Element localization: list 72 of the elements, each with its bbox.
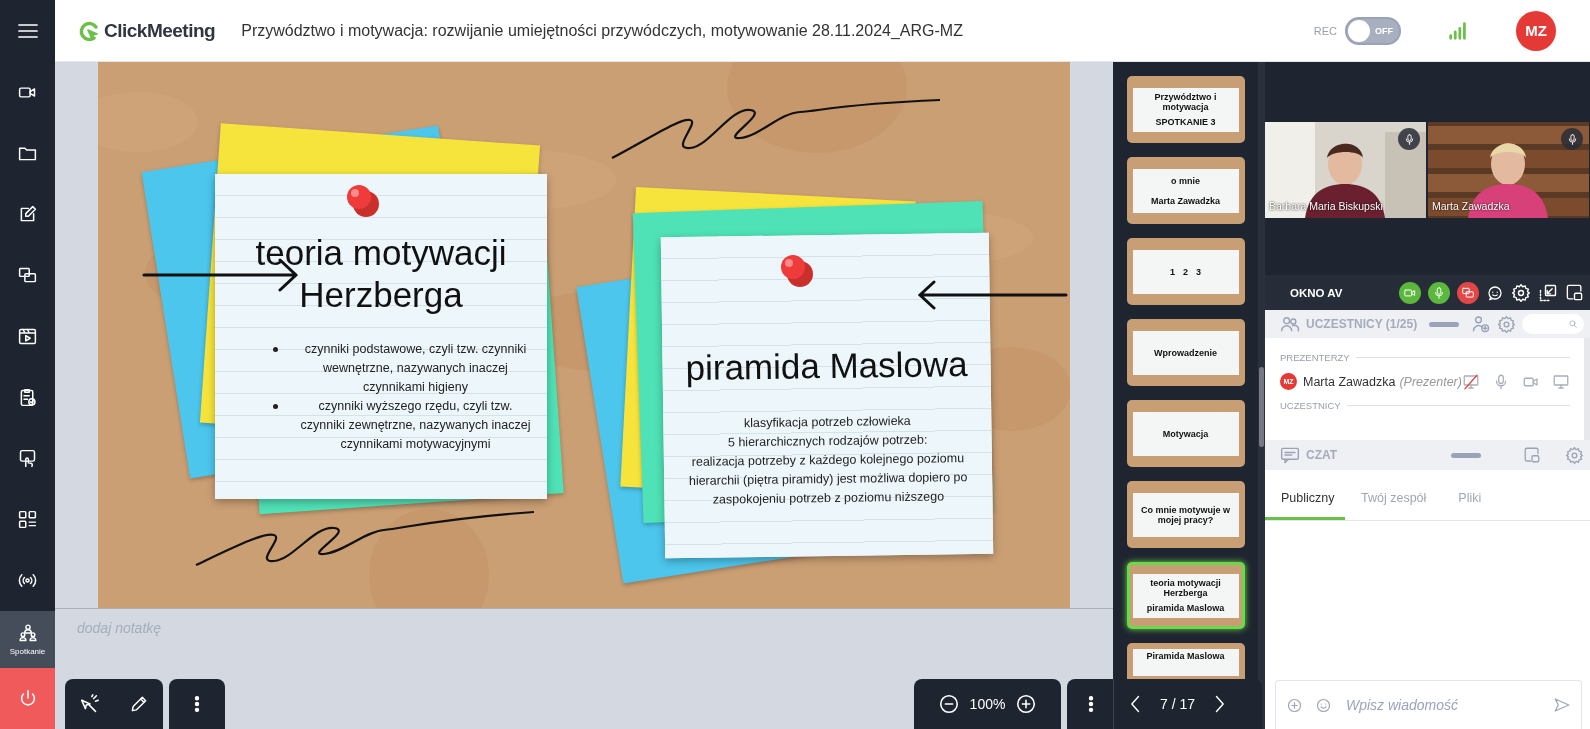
drag-handle[interactable] (1429, 321, 1460, 327)
slide-thumbnail[interactable]: teoria motywacji Herzberga piramida Maslowa (1126, 562, 1245, 629)
search-field[interactable] (1522, 314, 1584, 334)
camera-button[interactable] (1399, 281, 1421, 304)
meeting-title: Przywództwo i motywacja: rozwijanie umiejętności przywódczych, motywowanie 28.11.2024_ARG-MZ (241, 21, 963, 40)
grid-icon[interactable] (17, 509, 38, 530)
pin-icon (344, 182, 382, 220)
participant-name: Marta Zawadzka (1303, 374, 1396, 389)
participant-name: Marta Zawadzka (1432, 200, 1510, 212)
user-avatar[interactable]: MZ (1516, 10, 1556, 51)
slide-thumbnail[interactable]: Wprowadzenie (1126, 319, 1245, 386)
bullet-text: czynniki wyższego rzędu, czyli tzw. czynniki zewnętrzne, nazywanych inaczej czynnikami motywacyjnymi (299, 398, 532, 453)
thumbnail-text: teoria motywacji Herzberga (1149, 578, 1222, 598)
chat-title: CZAT (1306, 448, 1338, 462)
thumbnail-text: Marta Zawadzka (1151, 195, 1220, 206)
people-icon (17, 623, 38, 643)
zoom-out-icon[interactable] (937, 693, 960, 715)
microphone-icon (1432, 285, 1446, 300)
zoom-level: 100% (968, 696, 1007, 712)
thumbnail-text: 2 (1183, 266, 1188, 277)
thumbnail-text: 1 (1169, 266, 1175, 277)
drag-handle[interactable] (1451, 452, 1482, 458)
thumbnail-text: Przywództwo i motywacja (1153, 92, 1218, 112)
chat-bubble-icon[interactable] (1486, 283, 1504, 302)
slide-thumbnail[interactable]: 1 2 3 (1126, 238, 1245, 305)
slide-thumbnail[interactable]: Co mnie motywuje w mojej pracy? (1126, 481, 1245, 548)
thumbnail-text: o mnie (1171, 175, 1200, 186)
note-line: realizacja potrzeby z każdego kolejnego poziomu hierarchii (piętra piramidy) jest możliwa dopiero po zaspokojeniu potrzeb z poziomu niższego (687, 450, 969, 509)
slide-thumbnail[interactable]: Piramida Maslowa (1126, 643, 1245, 679)
note-line: klasyfikacja potrzeb człowieka (742, 412, 912, 433)
group-label: PREZENTERZY (1280, 352, 1350, 363)
zoom-in-icon[interactable] (1015, 693, 1038, 715)
microphone-button[interactable] (1428, 281, 1450, 304)
participant-role: (Prezenter) (1399, 374, 1462, 389)
screens-icon (1461, 285, 1475, 300)
people-icon (1280, 314, 1300, 334)
touch-screen-icon[interactable] (17, 448, 38, 469)
video-player-icon[interactable] (17, 326, 38, 347)
thumbnail-text: 3 (1196, 266, 1201, 277)
page-counter: 7 / 17 (1159, 696, 1197, 712)
participants-title: UCZESTNICY (1/25) (1306, 317, 1418, 331)
thumbnail-text: Motywacja (1162, 428, 1209, 439)
participant-name: Barbara Maria Biskupski (1269, 200, 1383, 212)
picture-in-picture-icon[interactable] (1565, 283, 1584, 302)
pin-icon (778, 252, 816, 290)
chat-icon (1280, 445, 1300, 465)
thumbnail-text: Piramida Maslowa (1146, 651, 1225, 661)
thumbnail-text: piramida Maslowa (1146, 603, 1225, 613)
slide-thumbnail[interactable]: Motywacja (1126, 400, 1245, 467)
logo-text: ClickMeeting (104, 19, 216, 42)
note-title: teoria motywacji Herzberga (254, 232, 508, 316)
arrow-icon (916, 280, 1068, 310)
thumbnail-text: Wprowadzenie (1154, 347, 1217, 358)
signal-icon (1447, 19, 1469, 42)
laser-pointer-icon[interactable] (79, 693, 101, 715)
meeting-tab[interactable]: Spotkanie (0, 611, 55, 668)
thumbnail-text: Co mnie motywuje w mojej pracy? (1140, 504, 1231, 525)
chat-tab[interactable]: Publiczny (1265, 478, 1345, 520)
pencil-icon[interactable] (129, 694, 149, 714)
slide-thumbnail[interactable]: o mnie Marta Zawadzka (1126, 157, 1245, 224)
rec-label: REC (1313, 24, 1337, 37)
note-title: piramida Maslowa (684, 343, 969, 390)
group-label: UCZESTNICY (1280, 400, 1341, 411)
note-line: 5 hierarchicznych rodzajów potrzeb: (726, 431, 929, 452)
scrollbar-thumb[interactable] (1259, 367, 1264, 447)
slide-thumbnail[interactable]: Przywództwo i motywacja SPOTKANIE 3 (1126, 76, 1245, 143)
panel-title: OKNO AV (1290, 286, 1343, 299)
screen-off-icon[interactable] (1462, 372, 1480, 391)
minimize-icon[interactable] (1538, 282, 1558, 303)
search-icon (1568, 319, 1578, 329)
thumbnail-text: SPOTKANIE 3 (1155, 117, 1216, 127)
screen-share-button[interactable] (1457, 281, 1479, 304)
